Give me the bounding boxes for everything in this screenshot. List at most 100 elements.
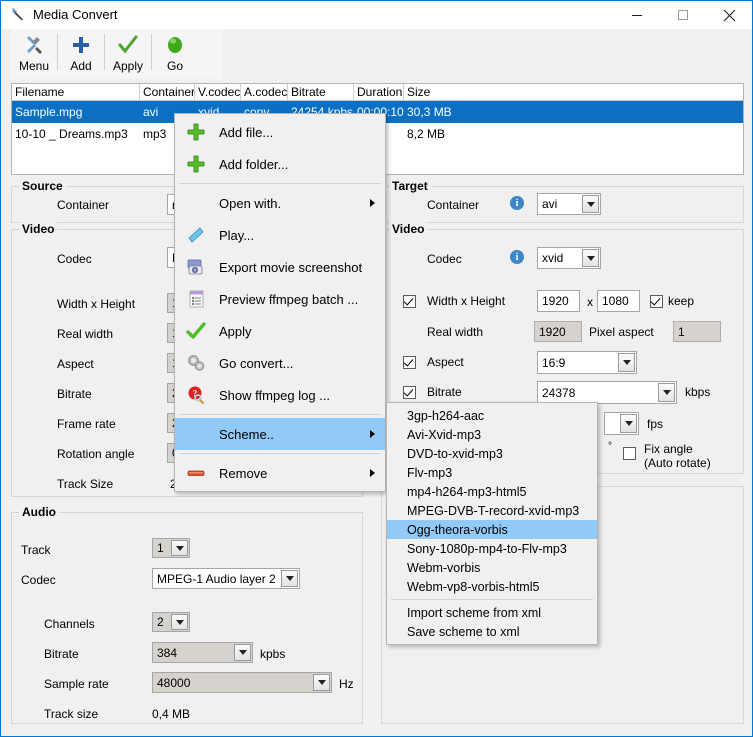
target-bitrate-checkbox[interactable]: [403, 386, 416, 399]
menu-item-show-ffmpeg-log[interactable]: ? Show ffmpeg log ...: [175, 379, 385, 411]
target-bitrate-combo[interactable]: 24378: [537, 381, 677, 404]
submenu-item-mpeg-dvb-t-record-xvid-mp3[interactable]: MPEG-DVB-T-record-xvid-mp3: [387, 501, 597, 520]
menu-item-remove[interactable]: Remove: [175, 457, 385, 489]
submenu-item-flv-mp3[interactable]: Flv-mp3: [387, 463, 597, 482]
chevron-down-icon[interactable]: [582, 195, 599, 213]
menu-item-go-convert[interactable]: Go convert...: [175, 347, 385, 379]
target-video-group-title: Video: [389, 222, 428, 236]
chevron-down-icon[interactable]: [620, 414, 637, 433]
target-bitrate-value: 24378: [542, 385, 576, 400]
menu-item-add-folder[interactable]: Add folder...: [175, 148, 385, 180]
submenu-item-ogg-theora-vorbis[interactable]: Ogg-theora-vorbis: [387, 520, 597, 539]
target-width-height-checkbox[interactable]: [403, 295, 416, 308]
chevron-down-icon[interactable]: [618, 353, 635, 372]
target-keep-checkbox[interactable]: [650, 295, 663, 308]
menu-separator: [179, 183, 381, 184]
chevron-down-icon[interactable]: [313, 674, 330, 691]
submenu-item-webm-vorbis[interactable]: Webm-vorbis: [387, 558, 597, 577]
help-search-icon: ?: [185, 384, 207, 406]
submenu-item-webm-vp8-vorbis-html5[interactable]: Webm-vp8-vorbis-html5: [387, 577, 597, 596]
plus-green-icon: [185, 153, 207, 175]
audio-codec-combo[interactable]: MPEG-1 Audio layer 2: [152, 568, 300, 589]
close-button[interactable]: [706, 1, 752, 29]
minimize-button[interactable]: [614, 1, 660, 29]
column-header-duration[interactable]: Duration: [354, 84, 404, 101]
target-aspect-combo[interactable]: 16:9: [537, 351, 637, 374]
menu-item-apply[interactable]: Apply: [175, 315, 385, 347]
context-menu[interactable]: Add file... Add folder... Open with. Pla…: [174, 113, 386, 492]
submenu-item-avi-xvid-mp3[interactable]: Avi-Xvid-mp3: [387, 425, 597, 444]
target-fix-angle-checkbox[interactable]: [623, 447, 636, 460]
target-realwidth-field: 1920: [534, 321, 582, 342]
target-pixelaspect-label: Pixel aspect: [589, 325, 654, 339]
target-aspect-checkbox[interactable]: [403, 356, 416, 369]
submenu-separator: [391, 599, 593, 600]
target-height-input[interactable]: 1080: [597, 290, 640, 312]
submenu-item-mp4-h264-mp3-html5[interactable]: mp4-h264-mp3-html5: [387, 482, 597, 501]
source-video-tracksize-label: Track Size: [57, 477, 114, 491]
info-icon[interactable]: i: [510, 196, 524, 210]
maximize-button[interactable]: [660, 1, 706, 29]
chevron-down-icon[interactable]: [658, 383, 675, 402]
toolbar-button-menu[interactable]: Menu: [11, 29, 57, 79]
source-container-label: Container: [57, 198, 110, 212]
menu-item-open-with[interactable]: Open with.: [175, 187, 385, 219]
column-header-size[interactable]: Size: [404, 84, 464, 101]
submenu-item-label: Ogg-theora-vorbis: [407, 522, 508, 537]
list-icon: [185, 288, 207, 310]
submenu-item-dvd-to-xvid-mp3[interactable]: DVD-to-xvid-mp3: [387, 444, 597, 463]
target-width-input[interactable]: 1920: [537, 290, 580, 312]
menu-item-label: Export movie screenshot: [219, 259, 363, 275]
submenu-item-3gp-h264-aac[interactable]: 3gp-h264-aac: [387, 406, 597, 425]
menu-separator: [179, 414, 381, 415]
submenu-item-label: 3gp-h264-aac: [407, 408, 485, 423]
column-header-bitrate[interactable]: Bitrate: [288, 84, 354, 101]
audio-channels-combo[interactable]: 2: [152, 612, 190, 632]
chevron-down-icon[interactable]: [582, 249, 599, 267]
submenu-item-label: Webm-vp8-vorbis-html5: [407, 579, 540, 594]
target-video-codec-value: xvid: [542, 251, 564, 265]
menu-item-export-screenshot[interactable]: Export movie screenshot: [175, 251, 385, 283]
menu-item-label: Open with.: [219, 195, 282, 211]
menu-item-scheme[interactable]: Scheme..: [175, 418, 385, 450]
menu-item-label: Play...: [219, 227, 255, 243]
audio-bitrate-combo[interactable]: 384: [152, 642, 253, 663]
submenu-item-save-scheme-to-xml[interactable]: Save scheme to xml: [387, 622, 597, 641]
audio-codec-value: MPEG-1 Audio layer 2: [157, 571, 276, 586]
source-audio-group: Audio Track 1 Codec MPEG-1 Audio layer 2…: [11, 505, 363, 724]
audio-bitrate-unit: kpbs: [260, 647, 286, 661]
audio-samplerate-combo[interactable]: 48000: [152, 672, 332, 693]
target-fps-combo[interactable]: [604, 412, 639, 435]
chevron-down-icon[interactable]: [171, 614, 188, 630]
chevron-down-icon[interactable]: [171, 540, 188, 556]
audio-channels-value: 2: [157, 615, 164, 629]
plus-green-icon: [185, 121, 207, 143]
audio-codec-label: Codec: [21, 573, 56, 587]
audio-track-combo[interactable]: 1: [152, 538, 190, 558]
scheme-submenu[interactable]: 3gp-h264-aac Avi-Xvid-mp3 DVD-to-xvid-mp…: [386, 402, 598, 645]
target-aspect-label: Aspect: [427, 355, 464, 369]
column-header-vcodec[interactable]: V.codec: [195, 84, 241, 101]
menu-item-label: Go convert...: [219, 355, 294, 371]
submenu-item-sony-1080p-mp4-to-flv-mp3[interactable]: Sony-1080p-mp4-to-Flv-mp3: [387, 539, 597, 558]
target-width-value: 1920: [542, 294, 569, 308]
column-header-container[interactable]: Container: [140, 84, 195, 101]
menu-item-preview-ffmpeg-batch[interactable]: Preview ffmpeg batch ...: [175, 283, 385, 315]
submenu-item-import-scheme-from-xml[interactable]: Import scheme from xml: [387, 603, 597, 622]
chevron-down-icon[interactable]: [234, 644, 251, 661]
target-container-combo[interactable]: avi: [537, 193, 601, 215]
toolbar-button-add[interactable]: Add: [58, 29, 104, 79]
target-video-wh-label: Width x Height: [427, 294, 506, 308]
chevron-down-icon[interactable]: [281, 570, 298, 587]
toolbar-button-go[interactable]: Go: [152, 29, 198, 79]
submenu-item-label: Avi-Xvid-mp3: [407, 427, 482, 442]
toolbar-button-apply[interactable]: Apply: [105, 29, 151, 79]
target-video-codec-combo[interactable]: xvid: [537, 247, 601, 269]
menu-item-play[interactable]: Play...: [175, 219, 385, 251]
column-header-filename[interactable]: Filename: [12, 84, 140, 101]
menu-item-add-file[interactable]: Add file...: [175, 116, 385, 148]
info-icon[interactable]: i: [510, 250, 524, 264]
menu-item-label: Remove: [219, 465, 268, 481]
cell-size: 8,2 MB: [407, 127, 446, 141]
column-header-acodec[interactable]: A.codec: [241, 84, 288, 101]
